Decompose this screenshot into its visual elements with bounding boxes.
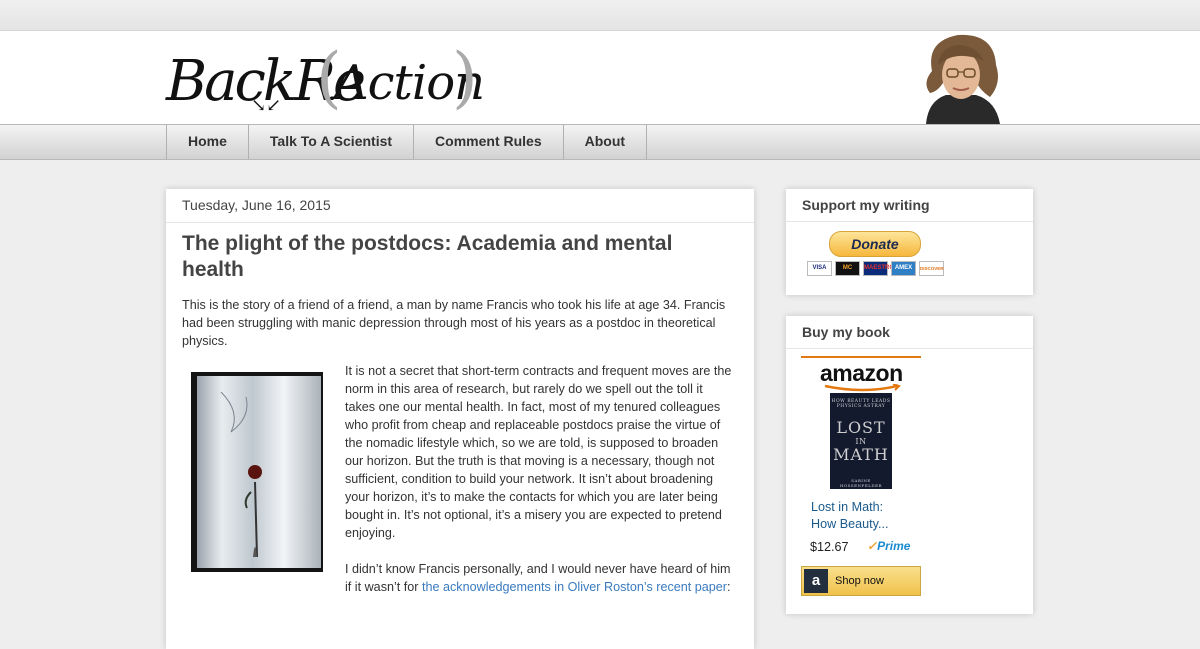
top-strip	[0, 0, 1200, 31]
support-title: Support my writing	[786, 189, 1033, 222]
post-title[interactable]: The plight of the postdocs: Academia and…	[182, 231, 722, 283]
author-portrait	[916, 31, 1006, 124]
post-column: It is not a secret that short-term contr…	[345, 362, 735, 614]
nav-tab-home[interactable]: Home	[166, 125, 248, 159]
book-gadget: Buy my book amazon HOW BEAUTY LEADS PHYS…	[786, 316, 1033, 614]
amazon-smile-icon	[824, 384, 901, 392]
book-cover-tagline: HOW BEAUTY LEADS PHYSICS ASTRAY	[831, 399, 891, 409]
post-intro-paragraph: This is the story of a friend of a frien…	[182, 298, 726, 348]
amazon-widget: amazon HOW BEAUTY LEADS PHYSICS ASTRAY L…	[801, 356, 921, 599]
book-cover-title-3: MATH	[833, 445, 889, 464]
book-link-line-2: How Beauty...	[811, 517, 889, 531]
nav-tab-talk-to-a-scientist[interactable]: Talk To A Scientist	[247, 125, 413, 159]
book-title: Buy my book	[786, 316, 1033, 349]
book-link-line-1: Lost in Math:	[811, 500, 884, 514]
blog-post: Tuesday, June 16, 2015 The plight of the…	[166, 189, 754, 649]
shop-now-button[interactable]: a Shop now	[801, 566, 921, 596]
prime-label: Prime	[877, 539, 911, 553]
prime-badge: ✓Prime	[867, 539, 910, 553]
visa-card-icon: VISA	[807, 261, 832, 276]
maestro-card-icon: MAESTRO	[863, 261, 894, 276]
blog-header: BackRe ↘↙ ( Action )	[0, 31, 1200, 124]
post-photo	[191, 372, 323, 572]
book-link[interactable]: Lost in Math: How Beauty...	[811, 499, 921, 533]
amex-card-icon: AMEX	[891, 261, 916, 276]
mastercard-icon: MC	[835, 261, 860, 276]
book-price: $12.67	[810, 540, 849, 554]
logo-paren-close: )	[452, 39, 478, 116]
amazon-logo: amazon	[820, 360, 903, 386]
payment-cards: VISA MC MAESTRO AMEX DISCOVER	[807, 261, 944, 276]
post-intro: This is the story of a friend of a frien…	[182, 296, 734, 362]
post-paragraph-2-end: :	[726, 580, 731, 594]
prime-check-icon: ✓	[867, 539, 878, 553]
logo-arrows-icon: ↘↙	[251, 95, 282, 116]
donate-button[interactable]: Donate	[829, 231, 921, 257]
blog-logo[interactable]: BackRe ↘↙ ( Action )	[166, 31, 485, 124]
support-gadget: Support my writing Donate VISA MC MAESTR…	[786, 189, 1033, 295]
nav-tab-about[interactable]: About	[562, 125, 648, 159]
amazon-a-icon: a	[804, 569, 828, 593]
book-cover-title-1: LOST	[836, 418, 886, 437]
post-paragraph-2: I didn’t know Francis personally, and I …	[345, 560, 735, 596]
discover-card-icon: DISCOVER	[919, 261, 944, 276]
post-paragraph-1: It is not a secret that short-term contr…	[345, 364, 732, 540]
book-cover[interactable]: HOW BEAUTY LEADS PHYSICS ASTRAY LOST IN …	[830, 393, 892, 489]
shop-now-label: Shop now	[835, 575, 884, 587]
amazon-top-line	[801, 356, 921, 358]
nav-tab-comment-rules[interactable]: Comment Rules	[413, 125, 563, 159]
main-nav: Home Talk To A Scientist Comment Rules A…	[0, 124, 1200, 160]
book-cover-author: SABINE HOSSENFELDER	[839, 478, 883, 488]
post-date: Tuesday, June 16, 2015	[166, 189, 754, 223]
acknowledgements-link[interactable]: the acknowledgements in Oliver Roston’s …	[422, 580, 727, 594]
